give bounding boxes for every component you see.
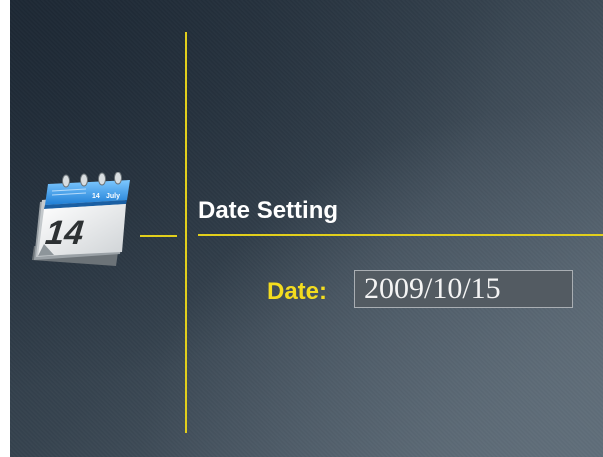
calendar-icon-day-text: 14 [44, 214, 86, 252]
svg-text:14: 14 [92, 193, 100, 200]
date-field[interactable]: 2009/10/15 [354, 270, 573, 308]
calendar-icon-month-text: July [106, 193, 120, 200]
date-label: Date: [267, 278, 328, 305]
calendar-icon: July 14 14 [26, 171, 132, 276]
date-setting-screen: July 14 14 Date Setting Date: 2009/10/15 [10, 0, 603, 457]
left-horizontal-divider [140, 235, 177, 237]
title-underline [198, 234, 603, 236]
page-title: Date Setting [198, 197, 339, 224]
vertical-divider [185, 32, 187, 433]
